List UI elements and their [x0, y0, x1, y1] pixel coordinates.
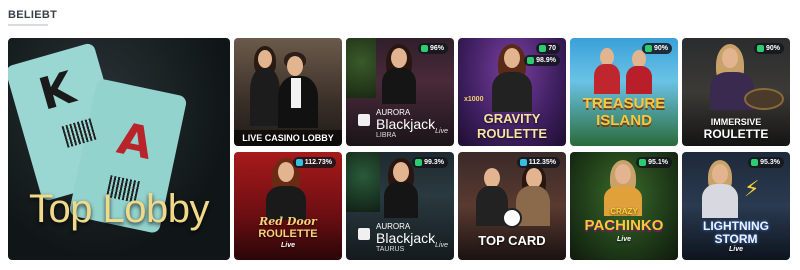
- game-tile-aurora-blackjack-taurus[interactable]: 99.3% AURORA Blackjack TAURUS Live: [346, 152, 454, 260]
- dealer-face: [258, 50, 272, 68]
- tile-title-line1: LIGHTNING: [703, 219, 769, 233]
- rtp-icon: [756, 45, 764, 52]
- players-badge: 70: [536, 43, 560, 54]
- players-value: 70: [548, 45, 556, 52]
- game-tile-crazy-pachinko[interactable]: 95.1% CRAZY PACHINKO Live: [570, 152, 678, 260]
- live-tag: Live: [280, 242, 295, 249]
- rtp-icon: [639, 159, 647, 166]
- multiplier-label: x1000: [464, 96, 484, 103]
- game-tile-lightning-storm[interactable]: ⚡ 95.3% LIGHTNING STORM Live: [682, 152, 790, 260]
- tile-title-line2: ROULETTE: [476, 126, 548, 141]
- dealer-face: [393, 162, 409, 182]
- host-body: [702, 184, 738, 218]
- blackjack-cards-icon: [358, 114, 370, 126]
- rtp-icon: [295, 159, 303, 166]
- rtp-value: 96%: [429, 45, 444, 52]
- dealer-face: [287, 56, 303, 76]
- roulette-wheel-icon: [744, 88, 784, 110]
- rtp-value: 90%: [653, 45, 668, 52]
- host-face: [712, 164, 728, 184]
- live-tag: Live: [616, 236, 631, 243]
- rtp-badge: 96%: [417, 43, 448, 54]
- tile-subtitle: TAURUS: [376, 246, 405, 253]
- tile-title-line1: TREASURE: [582, 95, 666, 112]
- rtp-icon: [644, 45, 652, 52]
- game-tile-top-card[interactable]: 112.35% TOP CARD: [458, 152, 566, 260]
- dealer-body: [250, 68, 280, 126]
- rtp-badge: 95.3%: [748, 157, 784, 168]
- rtp-icon: [420, 45, 428, 52]
- soccer-ball-icon: [502, 208, 522, 228]
- rtp-value: 90%: [765, 45, 780, 52]
- game-tile-gravity-roulette[interactable]: x1000 70 98.9% GRAVITY ROULETTE: [458, 38, 566, 146]
- dealer-face: [504, 48, 520, 68]
- dealer-face: [278, 162, 294, 182]
- game-tile-top-lobby[interactable]: K A Top Lobby: [8, 38, 230, 260]
- live-tag: Live: [728, 246, 743, 253]
- rtp-value: 95.1%: [648, 159, 668, 166]
- game-tile-immersive-roulette[interactable]: 90% IMMERSIVE ROULETTE: [682, 38, 790, 146]
- plant-decor: [346, 38, 376, 98]
- host-face: [484, 168, 500, 188]
- dealer-face: [722, 48, 738, 68]
- tile-title: TOP CARD: [478, 233, 546, 248]
- rtp-value: 112.35%: [528, 159, 556, 166]
- tile-title-line2: PACHINKO: [584, 217, 664, 234]
- rtp-badge: 99.3%: [412, 157, 448, 168]
- tile-title-line1: Red Door: [259, 215, 317, 228]
- rtp-value: 99.3%: [424, 159, 444, 166]
- plant-decor: [346, 152, 380, 212]
- rtp-badge: 112.35%: [516, 157, 560, 168]
- rtp-value: 98.9%: [536, 57, 556, 64]
- rtp-icon: [519, 159, 527, 166]
- host-body: [626, 66, 652, 94]
- game-tile-aurora-blackjack-libra[interactable]: 96% AURORA Blackjack LIBRA Live: [346, 38, 454, 146]
- rtp-icon: [751, 159, 759, 166]
- live-tag: Live: [435, 128, 448, 135]
- tile-subtitle: LIBRA: [376, 132, 397, 139]
- dealer-body: [492, 72, 532, 112]
- players-icon: [539, 45, 547, 52]
- game-tile-red-door-roulette[interactable]: 112.73% Red Door ROULETTE Live: [234, 152, 342, 260]
- host-face: [526, 168, 542, 188]
- host-face: [615, 164, 631, 184]
- rtp-badge: 95.1%: [636, 157, 672, 168]
- live-tag: Live: [435, 242, 448, 249]
- rtp-badge: 90%: [753, 43, 784, 54]
- section-title: BELIEBT: [8, 9, 58, 21]
- lightning-bolt-icon: ⚡: [744, 176, 760, 201]
- rtp-icon: [527, 57, 535, 64]
- tile-title-line1: CRAZY: [610, 207, 638, 216]
- tile-title-line1: GRAVITY: [483, 111, 541, 126]
- dealer-face: [391, 48, 407, 68]
- game-tile-treasure-island[interactable]: 90% TREASURE ISLAND: [570, 38, 678, 146]
- tile-title: Blackjack: [376, 230, 436, 246]
- tile-title: Blackjack: [376, 116, 436, 132]
- rtp-badge: 90%: [641, 43, 672, 54]
- rtp-badge: 112.73%: [292, 157, 336, 168]
- dealer-body: [384, 182, 418, 218]
- tile-title-line2: STORM: [714, 232, 758, 246]
- game-tile-live-casino-lobby[interactable]: LIVE CASINO LOBBY: [234, 38, 342, 146]
- rtp-icon: [415, 159, 423, 166]
- host-body: [594, 64, 620, 94]
- dealer-body: [382, 68, 416, 104]
- rtp-value: 112.73%: [304, 159, 332, 166]
- shirt: [291, 78, 301, 108]
- tile-title: Top Lobby: [28, 187, 210, 231]
- tile-title-line2: ISLAND: [596, 112, 652, 129]
- tile-title-line2: ROULETTE: [258, 228, 318, 240]
- rtp-value: 95.3%: [760, 159, 780, 166]
- tile-title: LIVE CASINO LOBBY: [234, 130, 342, 146]
- rtp-badge: 98.9%: [524, 55, 560, 66]
- title-underline: [8, 24, 48, 26]
- tile-title-line2: ROULETTE: [703, 127, 769, 141]
- blackjack-cards-icon: [358, 228, 370, 240]
